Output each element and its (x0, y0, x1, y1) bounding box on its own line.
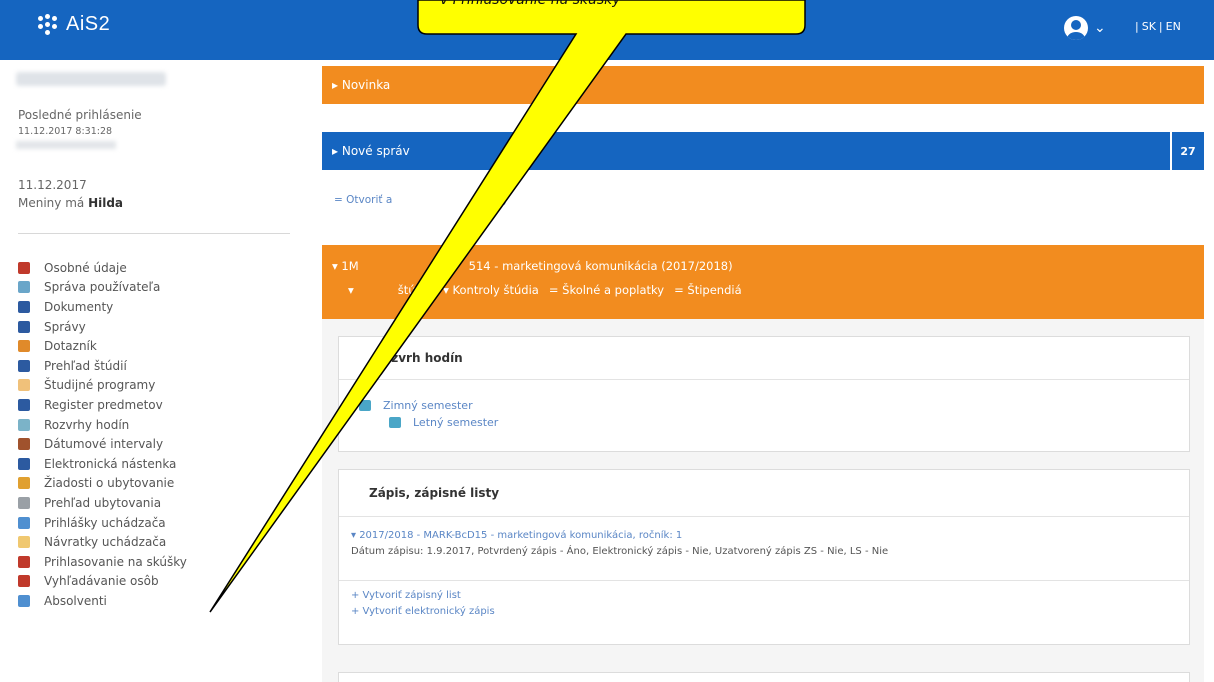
callout-text: v Prihlasovanie na skúšky (440, 0, 621, 8)
callout-bubble (209, 0, 806, 613)
callout-annotation (209, 0, 806, 613)
